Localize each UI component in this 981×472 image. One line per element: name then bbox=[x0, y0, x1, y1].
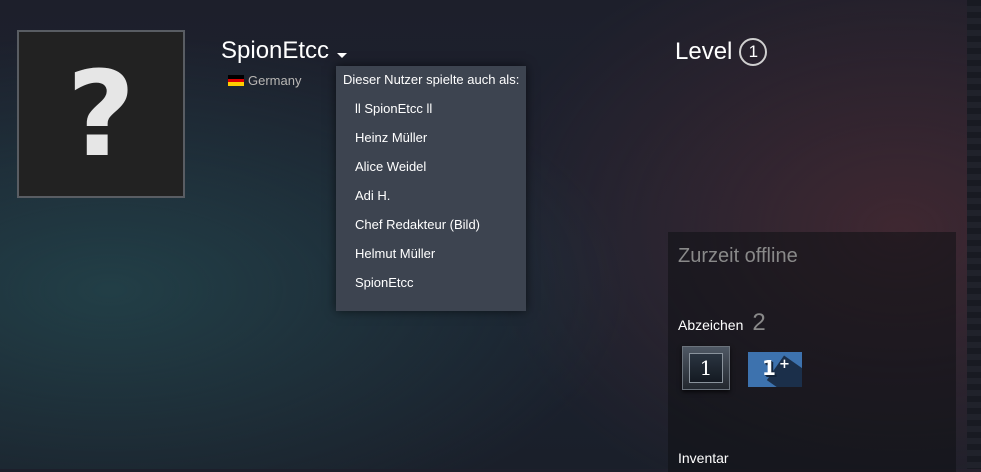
inventory-link[interactable]: Inventar bbox=[678, 450, 729, 466]
alias-item[interactable]: Chef Redakteur (Bild) bbox=[336, 210, 526, 239]
persona-name: SpionEtcc bbox=[221, 37, 330, 64]
online-status: Zurzeit offline bbox=[678, 245, 798, 267]
profile-status-panel: Zurzeit offline Abzeichen 2 1 1 + Invent… bbox=[668, 232, 956, 472]
alias-item[interactable]: Alice Weidel bbox=[336, 152, 526, 181]
alias-item[interactable]: Adi H. bbox=[336, 181, 526, 210]
alias-dropdown-header: Dieser Nutzer spielte auch als: bbox=[343, 72, 520, 87]
alias-item[interactable]: ll SpionEtcc ll bbox=[336, 94, 526, 123]
alias-item[interactable]: SpionEtcc bbox=[336, 268, 526, 297]
badge-plus: + bbox=[779, 357, 790, 372]
page-scrollbar[interactable] bbox=[967, 0, 981, 469]
years-of-service-badge[interactable]: 1 bbox=[682, 346, 730, 390]
persona-name-dropdown[interactable]: SpionEtcc bbox=[221, 37, 348, 65]
alias-history-dropdown: Dieser Nutzer spielte auch als: ll Spion… bbox=[336, 66, 526, 311]
level-badge[interactable]: 1 bbox=[739, 38, 768, 66]
profile-avatar: ? bbox=[17, 30, 185, 198]
germany-flag-icon bbox=[228, 75, 244, 87]
community-badge[interactable]: 1 + bbox=[748, 352, 802, 387]
profile-location: Germany bbox=[228, 73, 301, 88]
level-label: Level bbox=[675, 38, 733, 65]
profile-level: Level 1 bbox=[675, 38, 768, 66]
flag-stripe-gold bbox=[228, 82, 244, 87]
country-name: Germany bbox=[248, 73, 302, 88]
badge-number: 1 bbox=[689, 353, 723, 383]
alias-item[interactable]: Heinz Müller bbox=[336, 123, 526, 152]
badges-header[interactable]: Abzeichen 2 bbox=[678, 309, 766, 337]
badges-count[interactable]: 2 bbox=[752, 309, 765, 337]
alias-list: ll SpionEtcc ll Heinz Müller Alice Weide… bbox=[336, 94, 526, 297]
badge-number: 1 bbox=[762, 356, 776, 380]
alias-item[interactable]: Helmut Müller bbox=[336, 239, 526, 268]
question-mark-icon: ? bbox=[66, 45, 136, 183]
badges-label[interactable]: Abzeichen bbox=[678, 317, 743, 333]
chevron-down-icon bbox=[337, 52, 348, 58]
